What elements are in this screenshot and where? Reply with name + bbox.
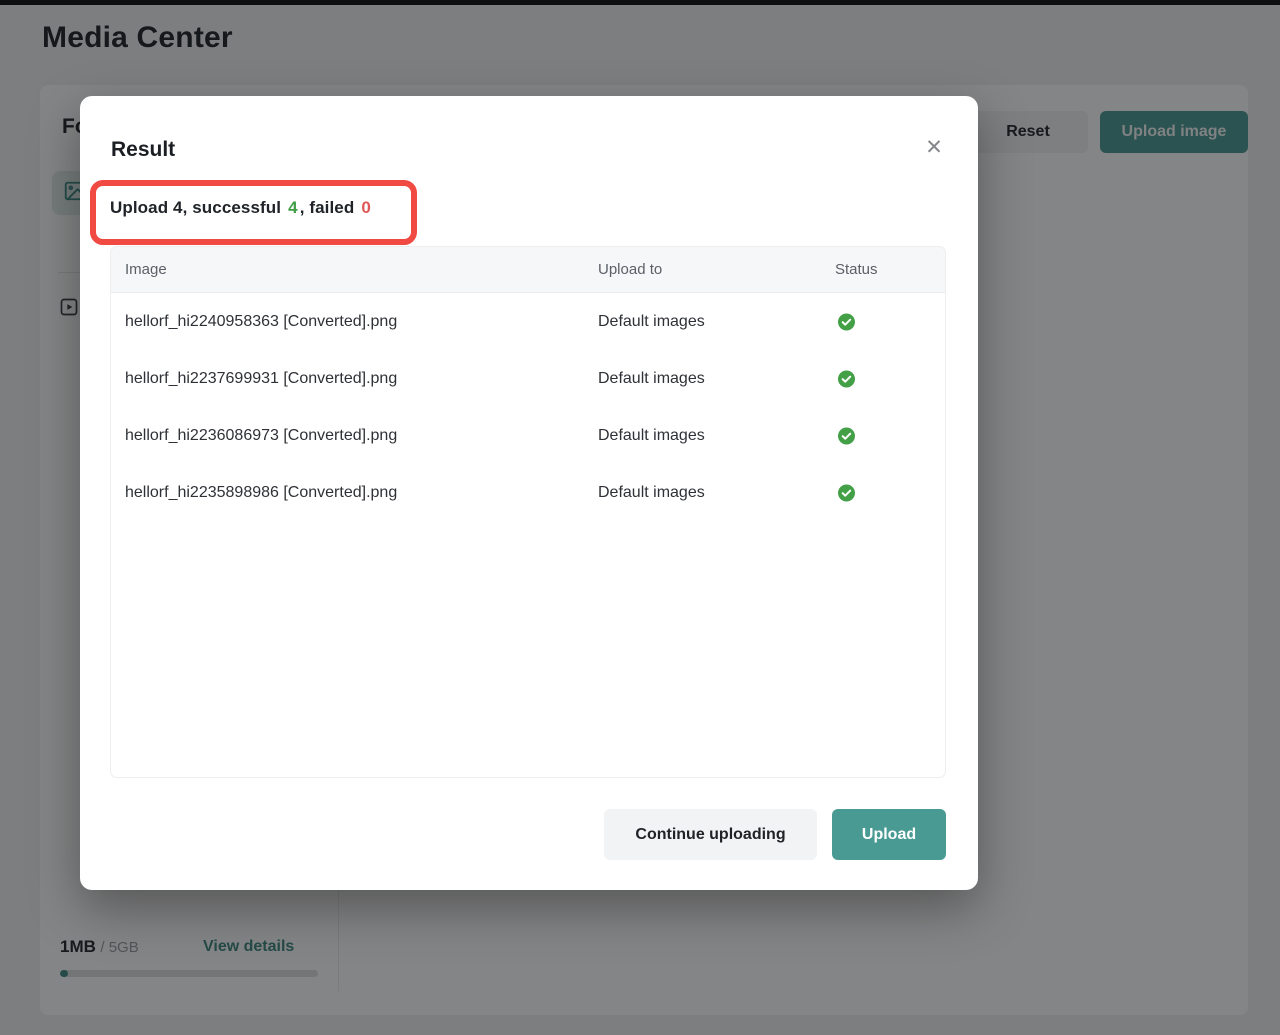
upload-button[interactable]: Upload: [832, 809, 946, 860]
upload-result-modal: Result ✕ Upload 4, successful4, failed0 …: [80, 96, 978, 890]
modal-title: Result: [111, 138, 175, 162]
cell-upload-to: Default images: [598, 427, 705, 445]
cell-image-name: hellorf_hi2235898986 [Converted].png: [125, 484, 397, 502]
column-header-status: Status: [835, 261, 878, 278]
summary-middle: , failed: [300, 198, 355, 217]
summary-prefix: Upload 4, successful: [110, 198, 281, 217]
upload-status-success-icon: [838, 370, 855, 387]
upload-result-table: Image Upload to Status hellorf_hi2240958…: [110, 246, 946, 778]
column-header-upload-to: Upload to: [598, 261, 662, 278]
upload-status-success-icon: [838, 313, 855, 330]
upload-summary: Upload 4, successful 4, failed 0: [110, 198, 373, 218]
cell-image-name: hellorf_hi2236086973 [Converted].png: [125, 427, 397, 445]
table-row: hellorf_hi2235898986 [Converted].png Def…: [111, 464, 945, 521]
table-row: hellorf_hi2237699931 [Converted].png Def…: [111, 350, 945, 407]
close-icon[interactable]: ✕: [920, 134, 948, 162]
continue-uploading-button[interactable]: Continue uploading: [604, 809, 817, 860]
cell-image-name: hellorf_hi2240958363 [Converted].png: [125, 313, 397, 331]
table-header-row: Image Upload to Status: [111, 247, 945, 293]
summary-success-count: 4: [288, 198, 298, 217]
cell-upload-to: Default images: [598, 313, 705, 331]
cell-upload-to: Default images: [598, 370, 705, 388]
table-row: hellorf_hi2240958363 [Converted].png Def…: [111, 293, 945, 350]
column-header-image: Image: [125, 261, 167, 278]
table-row: hellorf_hi2236086973 [Converted].png Def…: [111, 407, 945, 464]
cell-upload-to: Default images: [598, 484, 705, 502]
upload-status-success-icon: [838, 484, 855, 501]
upload-status-success-icon: [838, 427, 855, 444]
summary-failed-count: 0: [361, 198, 371, 217]
cell-image-name: hellorf_hi2237699931 [Converted].png: [125, 370, 397, 388]
